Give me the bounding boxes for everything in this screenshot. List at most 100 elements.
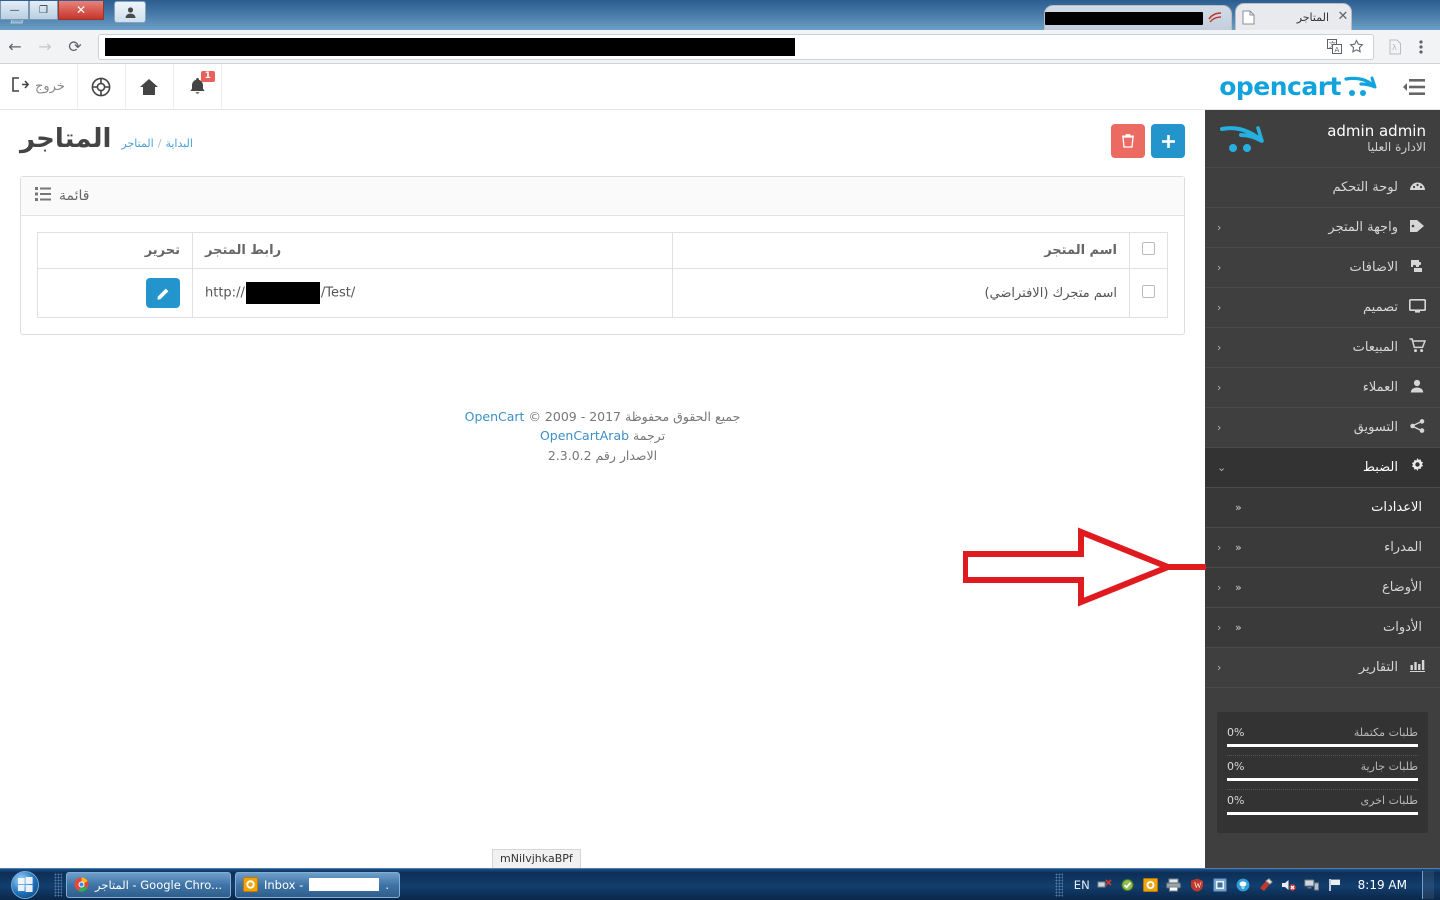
address-bar-redaction bbox=[105, 37, 795, 56]
sidebar-item-label: الأدوات bbox=[1383, 620, 1422, 635]
tray-language-indicator[interactable]: EN bbox=[1074, 878, 1090, 892]
list-icon bbox=[35, 187, 51, 205]
cell-store-url: /http:///Test bbox=[192, 268, 673, 318]
notifications-bell-icon[interactable]: 1 bbox=[174, 64, 222, 109]
sidebar-toggle-button[interactable] bbox=[1388, 78, 1440, 95]
sidebar-item-design[interactable]: تصميم ‹ bbox=[1205, 288, 1440, 328]
tab-close-icon[interactable]: ✕ bbox=[1335, 9, 1351, 25]
stat-progress-bar bbox=[1227, 778, 1418, 781]
svg-text:W: W bbox=[1194, 881, 1202, 890]
network-disconnect-icon[interactable] bbox=[1097, 877, 1113, 893]
stat-label: طلبات اخرى bbox=[1360, 794, 1418, 807]
outlook-icon[interactable] bbox=[1143, 877, 1159, 893]
chevron-left-icon: ‹ bbox=[1217, 261, 1222, 274]
clock[interactable]: 8:19 AM bbox=[1350, 878, 1415, 892]
sidebar-item-extensions[interactable]: الاضافات ‹ bbox=[1205, 248, 1440, 288]
sidebar-item-sales[interactable]: المبيعات ‹ bbox=[1205, 328, 1440, 368]
footer-copyright-line: جميع الحقوق محفوظة OpenCart © 2009 - 201… bbox=[0, 407, 1205, 426]
breadcrumb-home[interactable]: البداية bbox=[165, 137, 193, 150]
row-select-cell bbox=[1129, 268, 1168, 318]
show-desktop-button[interactable] bbox=[1422, 870, 1434, 899]
sidebar-item-marketing[interactable]: التسويق ‹ bbox=[1205, 408, 1440, 448]
address-bar[interactable]: 文A bbox=[98, 33, 1374, 60]
start-button[interactable] bbox=[0, 869, 50, 900]
star-icon[interactable] bbox=[1345, 36, 1367, 58]
antivirus-icon[interactable] bbox=[1120, 877, 1136, 893]
footer-version: الاصدار رقم 2.3.0.2 bbox=[547, 447, 658, 463]
dashboard-icon bbox=[1406, 179, 1428, 196]
row-checkbox[interactable] bbox=[1142, 284, 1155, 298]
maximize-button[interactable]: ❐ bbox=[29, 1, 58, 20]
sidebar-item-settings[interactable]: الاعدادات « bbox=[1205, 488, 1440, 528]
home-icon[interactable] bbox=[126, 64, 174, 109]
chevron-left-icon: ‹ bbox=[1217, 221, 1222, 234]
taskbar-button-chrome[interactable]: المتاجر - Google Chro... bbox=[66, 871, 231, 898]
pdf-extension-icon[interactable]: λ bbox=[1382, 34, 1408, 60]
translate-icon[interactable]: 文A bbox=[1323, 36, 1345, 58]
share-icon bbox=[1406, 418, 1428, 437]
sidebar-item-localisation[interactable]: الأوضاع « ‹ bbox=[1205, 568, 1440, 608]
sidebar-item-system[interactable]: الضبط ⌄ bbox=[1205, 448, 1440, 488]
breadcrumb: البداية/ المتاجر bbox=[121, 137, 193, 153]
breadcrumb-current[interactable]: المتاجر bbox=[121, 137, 153, 150]
sidebar-item-label: تصميم bbox=[1363, 300, 1398, 315]
double-chevron-icon: « bbox=[1235, 501, 1242, 514]
gear-icon bbox=[1406, 458, 1428, 477]
opencart-link[interactable]: OpenCart bbox=[465, 409, 525, 424]
stat-percent: 0% bbox=[1227, 760, 1245, 773]
footer-translation-prefix: ترجمة bbox=[633, 428, 666, 444]
sidebar-item-storefront[interactable]: واجهة المتجر ‹ bbox=[1205, 208, 1440, 248]
opencartarab-link[interactable]: OpenCartArab bbox=[540, 428, 629, 443]
volume-mute-icon[interactable] bbox=[1281, 877, 1297, 893]
back-button[interactable]: ← bbox=[0, 32, 30, 62]
select-all-checkbox[interactable] bbox=[1142, 242, 1155, 255]
forward-button[interactable]: → bbox=[30, 32, 60, 62]
messenger-icon[interactable] bbox=[1235, 877, 1251, 893]
page-viewport: خروج 1 opencart admin admin الادارة العل… bbox=[0, 64, 1440, 868]
taskbar-button-outlook[interactable]: Inbox - . bbox=[235, 871, 400, 898]
ccleaner-icon[interactable] bbox=[1258, 877, 1274, 893]
taskbar-button-label: المتاجر - Google Chro... bbox=[95, 877, 223, 892]
stat-progress-bar bbox=[1227, 744, 1418, 747]
shield-icon[interactable]: W bbox=[1189, 877, 1205, 893]
chrome-menu-icon[interactable] bbox=[1408, 34, 1434, 60]
sidebar-item-maintenance[interactable]: الأدوات « ‹ bbox=[1205, 608, 1440, 648]
browser-toolbar: ← → ⟳ 文A λ bbox=[0, 30, 1440, 64]
browser-tab-active[interactable]: ✕ المتاجر bbox=[1235, 3, 1352, 30]
cell-store-name: اسم متجرك (الافتراضي) bbox=[672, 268, 1130, 318]
app-icon[interactable] bbox=[1212, 877, 1228, 893]
sidebar-item-reports[interactable]: التقارير ‹ bbox=[1205, 648, 1440, 688]
minimize-button[interactable]: — bbox=[0, 1, 29, 20]
sidebar-item-label: لوحة التحكم bbox=[1332, 180, 1398, 195]
tab-title-redacted bbox=[1045, 11, 1203, 25]
close-button[interactable]: ✕ bbox=[58, 1, 104, 20]
tab-title: المتاجر bbox=[1296, 10, 1329, 24]
sidebar-item-customers[interactable]: العملاء ‹ bbox=[1205, 368, 1440, 408]
flag-icon[interactable] bbox=[1327, 877, 1343, 893]
panel-body: اسم المتجر رابط المتجر تحرير اسم متجرك (… bbox=[21, 216, 1184, 334]
column-header-store-url: رابط المتجر bbox=[192, 232, 673, 269]
support-lifebuoy-icon[interactable] bbox=[78, 64, 126, 109]
logout-button[interactable]: خروج bbox=[0, 64, 78, 109]
store-url-suffix: /Test bbox=[320, 285, 351, 301]
chevron-left-icon: ‹ bbox=[1217, 541, 1222, 554]
edit-button[interactable] bbox=[146, 278, 180, 308]
taskbar-button-label: Inbox - bbox=[264, 877, 304, 892]
network-icon[interactable] bbox=[1304, 877, 1320, 893]
chevron-left-icon: ‹ bbox=[1217, 661, 1222, 674]
sidebar-item-label: التسويق bbox=[1353, 420, 1398, 435]
add-new-button[interactable] bbox=[1151, 124, 1185, 158]
sidebar-item-dashboard[interactable]: لوحة التحكم bbox=[1205, 168, 1440, 208]
delete-button[interactable] bbox=[1111, 124, 1145, 158]
status-bar-tooltip: mNiIvjhkaBPf bbox=[492, 849, 581, 868]
printer-icon[interactable] bbox=[1166, 877, 1182, 893]
footer-years: © 2009 - 2017 bbox=[528, 409, 622, 424]
sidebar-item-users[interactable]: المدراء « ‹ bbox=[1205, 528, 1440, 568]
store-name-text: اسم متجرك (الافتراضي) bbox=[984, 285, 1117, 301]
select-all-header bbox=[1129, 232, 1168, 269]
browser-tab-inactive[interactable] bbox=[1044, 5, 1232, 30]
profile-avatar-button[interactable] bbox=[114, 1, 146, 23]
reload-button[interactable]: ⟳ bbox=[60, 32, 90, 62]
stat-label: طلبات مكتملة bbox=[1353, 726, 1418, 739]
sidebar-item-label: الضبط bbox=[1362, 460, 1398, 475]
